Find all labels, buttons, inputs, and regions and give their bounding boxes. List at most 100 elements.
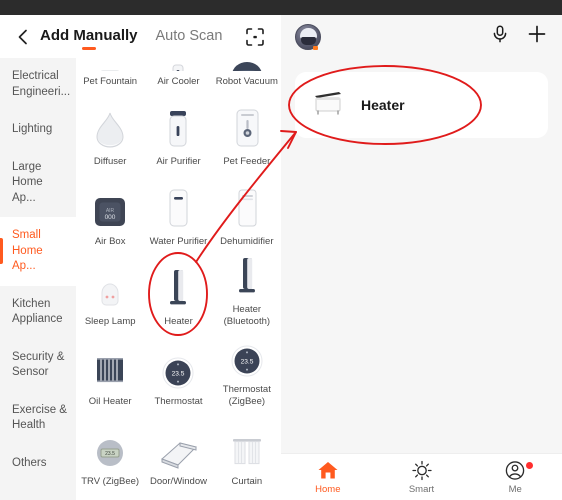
device-tile-door-window[interactable]: Door/Window [144,412,212,492]
diffuser-icon [90,107,130,151]
device-tile-label: Air Cooler [157,76,200,88]
avatar-visor [301,36,316,45]
device-tile-label: Thermostat [154,396,203,408]
device-tile-label: Dehumidifier [220,236,274,248]
heater-device-icon [311,88,345,123]
device-tile-water-purifier[interactable]: Water Purifier [144,172,212,252]
device-tile-oil-heater[interactable]: Oil Heater [76,332,144,412]
device-tile-label: Heater [164,316,193,328]
air-cooler-icon [161,61,195,72]
sidebar-item-label: Others [12,456,47,469]
app-screenshot: Add Manually Auto Scan Electrical Engine… [0,0,562,500]
scan-frame-icon[interactable] [243,25,267,49]
header-actions [490,23,548,50]
avatar[interactable] [295,23,321,50]
left-header: Add Manually Auto Scan [0,15,281,58]
device-tile-label: Curtain [231,476,263,488]
device-tile-thermostat-zigbee[interactable]: 23.5 Thermostat (ZigBee) [213,332,281,412]
nav-item-home[interactable]: Home [281,454,375,500]
sidebar-item-large-home-appliances[interactable]: Large Home Ap... [0,149,76,218]
thermostat-temp: 23.5 [240,359,253,366]
device-tile-label: Sleep Lamp [84,316,136,328]
header-tabs: Add Manually Auto Scan [40,26,243,50]
device-tile-label: Door/Window [149,476,207,488]
device-tile-air-cooler[interactable]: Air Cooler [144,58,212,92]
device-tile-trv-zigbee[interactable]: 23.5 TRV (ZigBee) [76,412,144,492]
sidebar-item-kitchen-appliance[interactable]: Kitchen Appliance [0,286,76,339]
dehumidifier-icon [231,187,263,231]
svg-text:000: 000 [105,214,116,221]
nav-item-label: Smart [408,483,435,495]
sidebar-item-label: Exercise & Health [12,403,67,432]
device-tile-label: Air Purifier [156,156,201,168]
curtain-icon [228,427,266,471]
device-tile-heater[interactable]: Heater [144,252,212,332]
tab-auto-scan[interactable]: Auto Scan [156,28,223,47]
device-tile-label: Oil Heater [88,396,132,408]
sidebar-item-exercise-health[interactable]: Exercise & Health [0,392,76,445]
device-card-heater[interactable]: Heater [295,72,548,138]
active-tab-indicator [81,46,96,50]
svg-text:23.5: 23.5 [105,451,115,457]
nav-item-smart[interactable]: Smart [375,454,469,500]
device-tile-air-box[interactable]: AIR 000 Air Box [76,172,144,252]
sidebar-item-label: Lighting [12,123,53,136]
sidebar-item-label: Small Home Ap... [12,229,43,273]
device-tile-diffuser[interactable]: Diffuser [76,92,144,172]
sidebar-item-electrical-engineering[interactable]: Electrical Engineeri... [0,58,76,111]
right-header [281,15,562,58]
thermostat-temp: 23.5 [172,371,185,378]
tab-auto-scan-label: Auto Scan [155,27,223,44]
plus-icon[interactable] [526,23,548,50]
heater-icon [161,267,195,311]
nav-item-label: Home [315,483,341,495]
door-window-icon [156,427,200,471]
air-box-icon: AIR 000 [91,187,129,231]
device-grid-scroll[interactable]: Pet Fountain Air Cooler Robot Vacuum Dif… [76,58,281,500]
device-tile-thermostat[interactable]: 23.5 Thermostat [144,332,212,412]
pet-fountain-icon [93,61,127,72]
avatar-badge [313,45,318,50]
device-tile-label: Diffuser [93,156,127,168]
tab-add-manually-label: Add Manually [40,26,138,44]
device-tile-label: Thermostat (ZigBee) [222,384,271,408]
device-tile-label: Robot Vacuum [215,76,278,88]
sidebar-item-label: Security & Sensor [12,350,65,379]
right-phone-pane: Heater Home Smart Me [281,0,562,500]
device-tile-sleep-lamp[interactable]: Sleep Lamp [76,252,144,332]
active-bar [0,238,3,265]
thermostat-zigbee-icon: 23.5 [229,335,265,379]
person-circle-icon [505,460,525,480]
device-tile-heater-bluetooth[interactable]: Heater (Bluetooth) [213,252,281,332]
sleep-lamp-icon [91,267,129,311]
pet-feeder-icon [229,107,265,151]
heater-bluetooth-icon [230,255,264,299]
thermostat-icon: 23.5 [160,347,196,391]
sidebar-item-others[interactable]: Others [0,445,76,483]
device-tile-robot-vacuum[interactable]: Robot Vacuum [213,58,281,92]
tab-add-manually[interactable]: Add Manually [40,26,138,50]
nav-item-me[interactable]: Me [468,454,562,500]
sidebar-item-label: Electrical Engineeri... [12,70,71,98]
device-tile-pet-fountain[interactable]: Pet Fountain [76,58,144,92]
device-tile-air-purifier[interactable]: Air Purifier [144,92,212,172]
trv-zigbee-icon: 23.5 [92,427,128,471]
microphone-icon[interactable] [490,24,510,49]
home-icon [318,461,338,478]
sidebar-item-small-home-appliances[interactable]: Small Home Ap... [0,217,76,286]
sun-icon [411,460,432,480]
sidebar-item-label: Kitchen Appliance [12,297,63,326]
sidebar-item-lighting[interactable]: Lighting [0,111,76,149]
sidebar-item-security-sensor[interactable]: Security & Sensor [0,339,76,392]
device-tile-curtain[interactable]: Curtain [213,412,281,492]
category-sidebar[interactable]: Electrical Engineeri... Lighting Large H… [0,58,76,500]
water-purifier-icon [162,187,194,231]
back-icon[interactable] [12,26,34,48]
status-bar [0,0,562,15]
device-grid: Pet Fountain Air Cooler Robot Vacuum Dif… [76,58,281,492]
device-tile-label: Pet Feeder [223,156,271,168]
device-tile-pet-feeder[interactable]: Pet Feeder [213,92,281,172]
device-tile-label: Heater (Bluetooth) [223,304,271,328]
device-tile-dehumidifier[interactable]: Dehumidifier [213,172,281,252]
bottom-navigation: Home Smart Me [281,453,562,500]
